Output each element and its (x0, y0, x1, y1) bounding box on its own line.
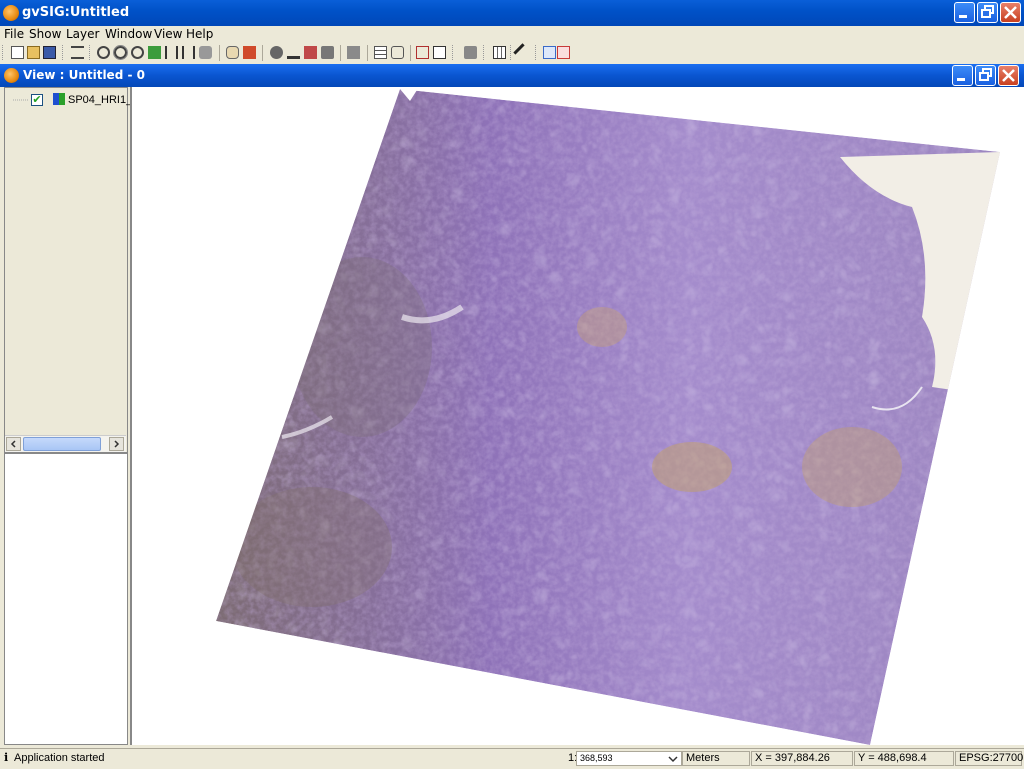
select-rectangle-icon[interactable] (347, 46, 360, 59)
toolbar-grip (483, 45, 487, 60)
select-icon[interactable] (321, 46, 334, 59)
new-file-icon[interactable] (11, 46, 24, 59)
comment-icon[interactable] (464, 46, 477, 59)
toc-horizontal-scrollbar[interactable] (5, 435, 126, 452)
chevron-left-icon (10, 440, 16, 448)
open-folder-icon[interactable] (27, 46, 40, 59)
view-close-button[interactable] (998, 65, 1019, 86)
image-frame-icon[interactable] (433, 46, 446, 59)
layer-name: SP04_HRI1_X (68, 94, 130, 106)
restore-icon (979, 68, 992, 81)
locator-icon[interactable] (243, 46, 256, 59)
toolbar-separator (219, 45, 220, 61)
save-icon[interactable] (43, 46, 56, 59)
tree-line-icon (13, 99, 29, 101)
zoom-extent-icon[interactable] (165, 46, 178, 59)
view-title: View : Untitled - 0 (23, 68, 145, 82)
view-maximize-button[interactable] (975, 65, 996, 86)
minimize-icon (959, 15, 967, 18)
menu-show[interactable]: Show (29, 27, 61, 41)
toolbar-grip (62, 45, 66, 60)
rectangle-tool-icon[interactable] (416, 46, 429, 59)
attribute-table-icon[interactable] (374, 46, 387, 59)
view-icon (4, 68, 19, 83)
close-icon (1004, 6, 1017, 19)
zoom-in-icon[interactable] (97, 46, 110, 59)
table-of-contents: ✔ SP04_HRI1_X (4, 87, 130, 453)
scale-value: 368,593 (580, 753, 613, 763)
zoom-out-icon[interactable] (113, 45, 128, 60)
info-icon[interactable] (270, 46, 283, 59)
app-title: gvSIG:Untitled (22, 5, 130, 20)
chevron-down-icon (668, 756, 678, 763)
restore-icon (981, 5, 994, 18)
scroll-thumb[interactable] (23, 437, 101, 451)
info-icon: i (4, 751, 9, 764)
toolbar-grip (2, 45, 6, 60)
menu-window[interactable]: Window (105, 27, 152, 41)
minimize-icon (957, 78, 965, 81)
toolbar-grip (535, 45, 539, 60)
status-bar: i Application started 1: 368,593 Meters … (0, 748, 1024, 769)
x-coordinate: X = 397,884.26 (751, 751, 853, 766)
scale-select[interactable]: 368,593 (576, 751, 682, 766)
toolbar-separator (410, 45, 411, 61)
zoom-previous-icon[interactable] (199, 46, 212, 59)
close-button[interactable] (1000, 2, 1021, 23)
pan-hand-icon[interactable] (226, 46, 239, 59)
scroll-right-button[interactable] (109, 437, 124, 451)
search-icon[interactable] (391, 46, 404, 59)
menu-help[interactable]: Help (186, 27, 213, 41)
units-display: Meters (682, 751, 750, 766)
grid-icon[interactable] (493, 46, 506, 59)
scroll-left-button[interactable] (6, 437, 21, 451)
status-message: Application started (14, 752, 105, 764)
paste-icon[interactable] (557, 46, 570, 59)
measure-area-icon[interactable] (304, 46, 317, 59)
toolbar-separator (367, 45, 368, 61)
chevron-right-icon (114, 440, 120, 448)
toolbar-grip (89, 45, 93, 60)
toolbar-grip (452, 45, 456, 60)
menu-view[interactable]: View (154, 27, 182, 41)
menu-bar: File Show Layer Window View Help (0, 26, 1024, 43)
y-coordinate: Y = 488,698.4 (854, 751, 954, 766)
map-view[interactable] (130, 87, 1024, 745)
toolbar-separator (262, 45, 263, 61)
tools-icon[interactable] (513, 43, 532, 62)
minimize-button[interactable] (954, 2, 975, 23)
view-window-titlebar: View : Untitled - 0 (0, 64, 1024, 87)
locator-map-panel[interactable] (4, 453, 128, 745)
close-icon (1002, 69, 1015, 82)
main-toolbar (0, 43, 1024, 63)
view-minimize-button[interactable] (952, 65, 973, 86)
app-titlebar: gvSIG:Untitled (0, 0, 1024, 26)
crs-display: EPSG:27700 (955, 751, 1023, 766)
menu-file[interactable]: File (4, 27, 24, 41)
raster-layer-icon (53, 93, 65, 105)
zoom-select-icon[interactable] (131, 46, 144, 59)
zoom-fit-icon[interactable] (182, 46, 195, 59)
zoom-all-icon[interactable] (148, 46, 161, 59)
copy-icon[interactable] (543, 46, 556, 59)
layers-icon[interactable] (71, 46, 84, 59)
gvsig-app-icon (3, 5, 19, 21)
toolbar-separator (340, 45, 341, 61)
layer-row[interactable]: ✔ SP04_HRI1_X (11, 92, 130, 108)
maximize-button[interactable] (977, 2, 998, 23)
layer-visibility-checkbox[interactable]: ✔ (31, 94, 43, 106)
satellite-image-raster (216, 89, 1000, 745)
menu-layer[interactable]: Layer (66, 27, 99, 41)
measure-distance-icon[interactable] (287, 46, 300, 59)
